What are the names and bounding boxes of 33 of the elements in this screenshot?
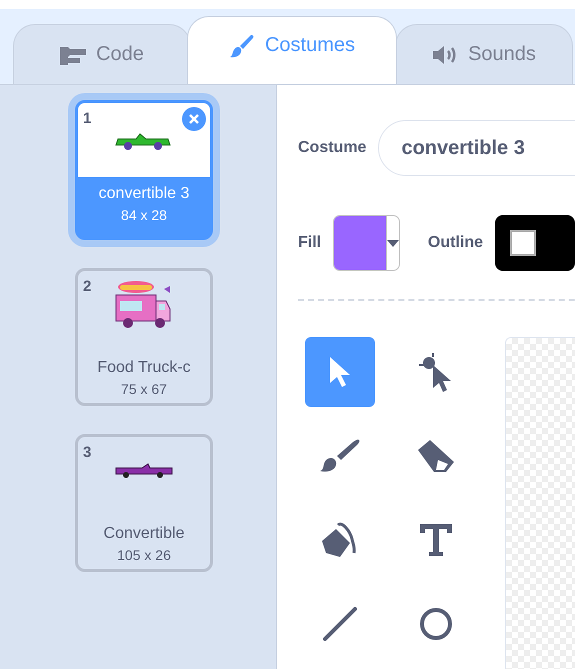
text-t-icon xyxy=(419,523,453,557)
outline-color-picker[interactable] xyxy=(495,215,575,271)
speaker-icon xyxy=(432,44,458,66)
fill-label: Fill xyxy=(298,234,322,252)
code-blocks-icon xyxy=(60,44,86,64)
costume-number: 1 xyxy=(83,110,92,127)
outline-label: Outline xyxy=(428,234,483,252)
editor-tab[interactable]: Sounds xyxy=(395,24,573,84)
costume-number: 2 xyxy=(83,278,92,295)
costume-label: Costume xyxy=(298,139,366,157)
fill-color-picker[interactable] xyxy=(333,215,400,271)
convertible-car-icon xyxy=(114,463,174,479)
costume-size: 75 x 67 xyxy=(121,381,167,397)
costume-number: 3 xyxy=(83,444,92,461)
line-icon xyxy=(322,606,358,642)
costume-name-field[interactable]: convertible 3 xyxy=(378,120,575,176)
costume-name: Convertible xyxy=(104,525,184,543)
costume-card[interactable]: 2 Food Truck-c 75 x 67 xyxy=(75,268,213,406)
circle-icon xyxy=(419,607,453,641)
eraser-icon xyxy=(416,438,456,474)
paintbrush-icon xyxy=(228,32,255,58)
costume-name: convertible 3 xyxy=(98,185,190,203)
costume-size: 84 x 28 xyxy=(121,207,167,223)
paint-tool[interactable] xyxy=(305,337,375,407)
costume-name: Food Truck-c xyxy=(97,359,191,377)
paintbrush-icon xyxy=(319,438,361,474)
costume-card[interactable]: 1 convertible 3 84 x 28 xyxy=(75,100,213,240)
close-icon xyxy=(189,114,199,124)
caret-icon xyxy=(386,240,399,246)
costume-card[interactable]: 3 Convertible 105 x 26 xyxy=(75,434,213,572)
square-icon xyxy=(510,230,536,256)
costume-size: 105 x 26 xyxy=(117,547,171,563)
editor-tab[interactable]: Costumes xyxy=(187,16,397,84)
